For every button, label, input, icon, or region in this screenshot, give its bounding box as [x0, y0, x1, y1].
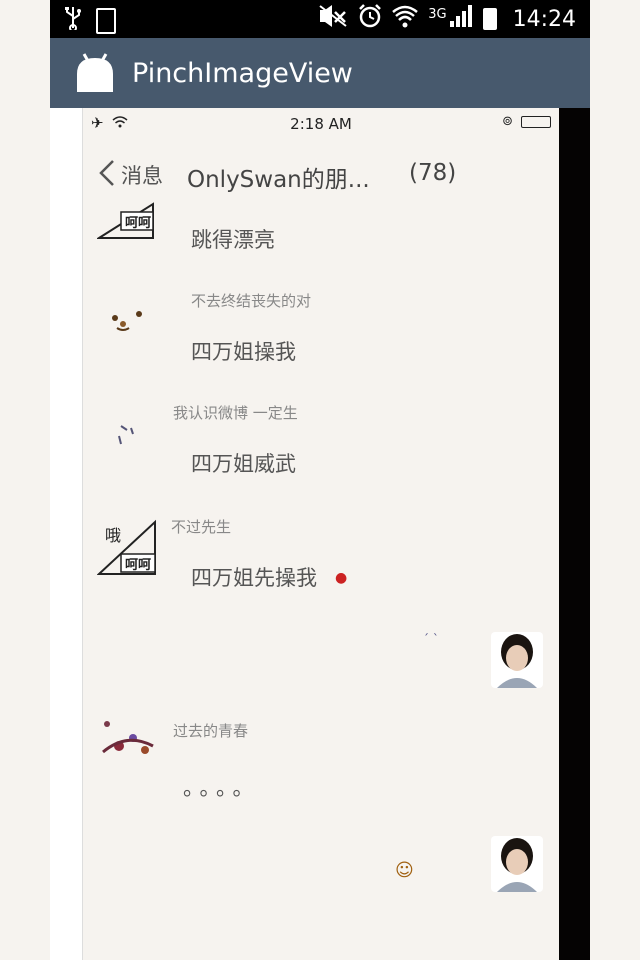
network-type: 3G: [428, 6, 447, 22]
message-item: 哦 呵呵 不过先生 四万姐先操我 ●: [83, 512, 559, 592]
back-button[interactable]: 消息: [121, 160, 163, 190]
wifi-icon: [392, 4, 419, 34]
chat-nav-bar: 消息 OnlySwan的朋... (78): [83, 148, 559, 200]
avatar-text: 呵呵: [125, 558, 152, 573]
decoration-icon: ˊ ˋ: [423, 632, 439, 646]
message-text: 四万姐先操我: [191, 566, 317, 590]
rotation-lock-icon: ⊚: [502, 114, 513, 129]
app-bar: PinchImageView: [50, 38, 590, 108]
left-margin: [50, 108, 82, 960]
status-clock: 14:24: [512, 6, 576, 32]
usb-icon: [64, 6, 82, 36]
right-margin: [558, 108, 590, 960]
emoji-icon: ☺: [395, 860, 414, 881]
message-item: ☺: [83, 832, 559, 902]
avatar: [113, 422, 171, 480]
mute-icon: [318, 4, 348, 34]
avatar-text: 呵呵: [125, 216, 152, 231]
sender-name: 不去终结丧失的对: [191, 292, 312, 310]
android-robot-icon: [74, 52, 116, 94]
message-text: 。。。。: [183, 776, 260, 800]
sender-name: 过去的青春: [173, 722, 249, 740]
message-text: 四万姐威武: [191, 452, 296, 476]
avatar: [491, 836, 543, 892]
battery-icon: [482, 8, 497, 30]
sender-name: 我认识微博 一定生: [173, 404, 298, 422]
ios-status-bar: ✈ 2:18 AM ⊚: [83, 108, 559, 140]
chat-member-count: (78): [409, 160, 457, 186]
signal-icon: [449, 4, 473, 34]
pinch-image[interactable]: ✈ 2:18 AM ⊚ 消息 OnlySwan的朋... (78) 呵呵 跳得漂…: [82, 108, 559, 960]
avatar-text: 哦: [105, 526, 122, 545]
message-item: 我认识微博 一定生 四万姐威武: [83, 400, 559, 480]
battery-icon: [521, 115, 551, 128]
message-text: 四万姐操我: [191, 340, 296, 364]
avatar: [103, 306, 161, 364]
chat-title: OnlySwan的朋...: [187, 167, 370, 193]
app-title: PinchImageView: [132, 57, 353, 89]
alarm-icon: [358, 4, 382, 34]
android-status-bar: 3G 14:24: [50, 0, 590, 38]
sender-name: 不过先生: [171, 518, 232, 536]
message-item: 过去的青春 。。。。: [83, 716, 559, 800]
battery-small-icon: [96, 8, 116, 34]
message-item: 呵呵 跳得漂亮: [83, 200, 559, 270]
message-item: ˊ ˋ: [83, 628, 559, 698]
avatar: [97, 716, 155, 774]
ios-time: 2:18 AM: [290, 115, 352, 133]
heart-emoji-icon: ●: [335, 570, 348, 586]
message-text: 跳得漂亮: [191, 228, 275, 252]
message-item: 不去终结丧失的对 四万姐操我: [83, 288, 559, 368]
avatar: [491, 632, 543, 688]
